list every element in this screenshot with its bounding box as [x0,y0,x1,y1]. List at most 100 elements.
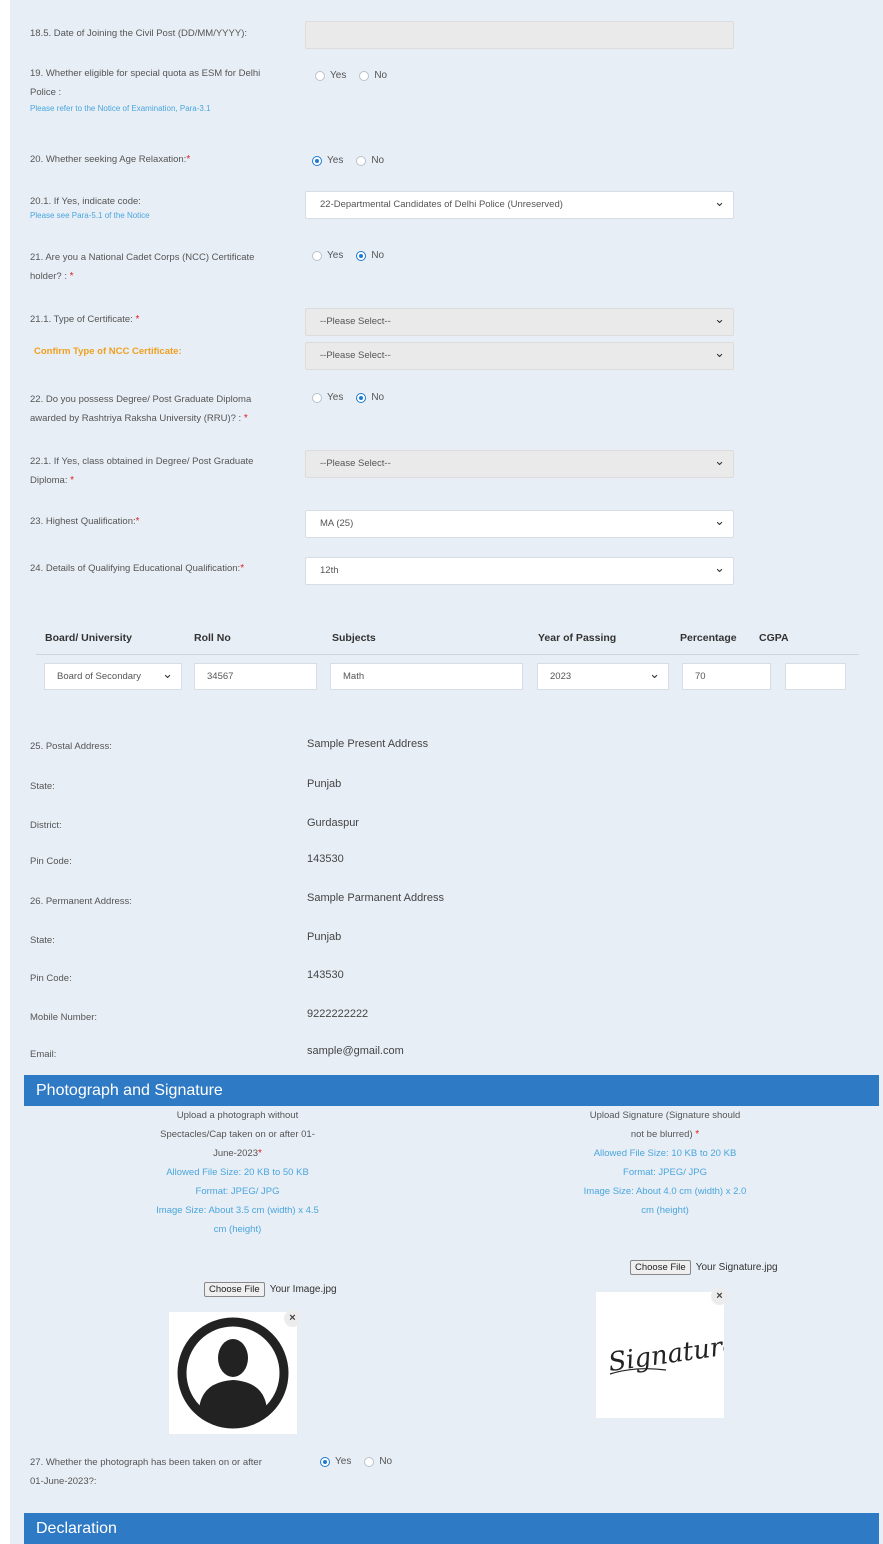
th-subjects: Subjects [332,632,376,644]
photo-date-no-radio[interactable] [364,1456,375,1467]
signature-preview: Signature [596,1292,740,1418]
year-of-passing-select[interactable]: 2023 [537,661,669,690]
age-relaxation-no-radio[interactable] [356,155,367,166]
email-value: sample@gmail.com [307,1045,404,1057]
sign-instr-line1: Upload Signature (Signature should [589,1110,741,1121]
remove-signature-close-icon[interactable]: × [711,1288,728,1305]
required-marker: * [258,1148,262,1159]
required-marker: * [186,154,191,165]
q22-1-label-line2-text: Diploma: [30,475,68,486]
signature-file-row: Choose File Your Signature.jpg [630,1260,778,1275]
q23-label: 23. Highest Qualification:* [30,512,140,531]
rru-no-radio[interactable] [356,392,367,403]
mobile-value: 9222222222 [307,1008,369,1020]
rru-radio-group: Yes No [312,392,392,403]
date-of-joining-input[interactable] [305,21,734,49]
signature-choose-file-button[interactable]: Choose File [630,1260,691,1275]
q20-label-text: 20. Whether seeking Age Relaxation: [30,154,187,165]
district-label: District: [30,820,62,831]
required-marker: * [135,516,140,527]
q24-label-text: 24. Details of Qualifying Educational Qu… [30,563,241,574]
rru-yes-radio[interactable] [312,392,322,403]
esm-no-radio[interactable] [359,70,370,81]
confirm-ncc-certificate-select[interactable]: --Please Select-- [305,340,734,370]
age-relaxation-radio-group: Yes No [312,155,392,166]
permanent-state-value: Punjab [307,931,342,943]
postal-state-value: Punjab [307,778,342,790]
subjects-input[interactable]: Math [330,663,523,690]
photo-size-hint: Allowed File Size: 20 KB to 50 KB [166,1167,309,1178]
photo-instr-line3-text: June-2023 [213,1148,258,1159]
ncc-no-radio[interactable] [356,250,367,261]
th-roll-no: Roll No [194,632,231,644]
photo-upload-instructions: Upload a photograph without Spectacles/C… [140,1106,335,1239]
required-marker: * [243,413,248,424]
qualifying-qualification-select[interactable]: 12th [305,555,734,585]
q21-label: 21. Are you a National Cadet Corps (NCC)… [30,248,300,286]
q18-5-label: 18.5. Date of Joining the Civil Post (DD… [30,28,247,39]
q23-label-text: 23. Highest Qualification: [30,516,136,527]
q19-label: 19. Whether eligible for special quota a… [30,64,290,102]
q20-label: 20. Whether seeking Age Relaxation:* [30,150,190,169]
postal-address-label: 25. Postal Address: [30,741,112,752]
q19-label-line1: 19. Whether eligible for special quota a… [30,68,261,79]
photo-file-row: Choose File Your Image.jpg [204,1282,337,1297]
esm-no-label: No [374,70,388,81]
q20-1-hint-link[interactable]: Please see Para-5.1 of the Notice [30,210,150,222]
cgpa-input[interactable] [785,663,846,690]
district-value: Gurdaspur [307,817,359,829]
q27-label: 27. Whether the photograph has been take… [30,1453,315,1491]
th-cgpa: CGPA [759,632,789,644]
photo-dims-hint-2: cm (height) [213,1224,262,1235]
photo-signature-section-header: Photograph and Signature [24,1075,879,1106]
age-relaxation-code-select[interactable]: 22-Departmental Candidates of Delhi Poli… [305,189,734,219]
signature-image: Signature [607,1330,740,1378]
remove-photo-close-icon[interactable]: × [284,1310,301,1327]
photo-instr-line1: Upload a photograph without [176,1110,299,1121]
q22-1-label-line2: Diploma: * [30,471,300,490]
roll-no-input[interactable]: 34567 [194,663,317,690]
confirm-ncc-label: Confirm Type of NCC Certificate: [34,346,182,357]
age-relaxation-yes-label: Yes [327,155,344,166]
required-marker: * [69,271,74,282]
ncc-radio-group: Yes No [312,250,392,261]
photo-date-yes-label: Yes [335,1456,352,1467]
postal-pin-label: Pin Code: [30,856,72,867]
percentage-input[interactable]: 70 [682,663,771,690]
age-relaxation-yes-radio[interactable] [312,155,322,166]
mobile-label: Mobile Number: [30,1012,98,1023]
q21-label-line2-text: holder? : [30,271,67,282]
sign-size-hint: Allowed File Size: 10 KB to 20 KB [593,1148,737,1159]
required-marker: * [695,1129,700,1140]
q21-1-label: 21.1. Type of Certificate: * [30,310,139,329]
required-marker: * [70,475,75,486]
permanent-pin-value: 143530 [307,969,344,981]
signature-upload-instructions: Upload Signature (Signature should not b… [565,1106,765,1220]
q22-label: 22. Do you possess Degree/ Post Graduate… [30,390,310,428]
rru-no-label: No [371,392,385,403]
highest-qualification-select[interactable]: MA (25) [305,508,734,538]
q19-hint-link[interactable]: Please refer to the Notice of Examinatio… [30,103,211,115]
postal-state-label: State: [30,781,55,792]
q20-1-label: 20.1. If Yes, indicate code: [30,196,141,207]
ncc-yes-radio[interactable] [312,250,322,261]
required-marker: * [240,563,245,574]
photo-date-no-label: No [379,1456,393,1467]
sign-instr-line2: not be blurred) * [565,1125,765,1144]
signature-file-name: Your Signature.jpg [695,1262,778,1273]
permanent-address-value: Sample Parmanent Address [307,892,444,904]
photo-date-yes-radio[interactable] [320,1456,330,1467]
board-select[interactable]: Board of Secondary [44,661,182,690]
q21-label-line1: 21. Are you a National Cadet Corps (NCC)… [30,252,255,263]
q22-label-line2: awarded by Rashtriya Raksha University (… [30,409,310,428]
esm-yes-label: Yes [330,70,347,81]
q21-1-label-text: 21.1. Type of Certificate: [30,314,133,325]
photo-instr-line3: June-2023* [140,1144,335,1163]
rru-class-select[interactable]: --Please Select-- [305,448,734,478]
photo-instr-line2: Spectacles/Cap taken on or after 01- [160,1129,315,1140]
photo-file-name: Your Image.jpg [269,1284,337,1295]
esm-yes-radio[interactable] [315,70,325,81]
photo-dims-hint-1: Image Size: About 3.5 cm (width) x 4.5 [156,1205,319,1216]
photo-choose-file-button[interactable]: Choose File [204,1282,265,1297]
ncc-certificate-type-select[interactable]: --Please Select-- [305,306,734,336]
